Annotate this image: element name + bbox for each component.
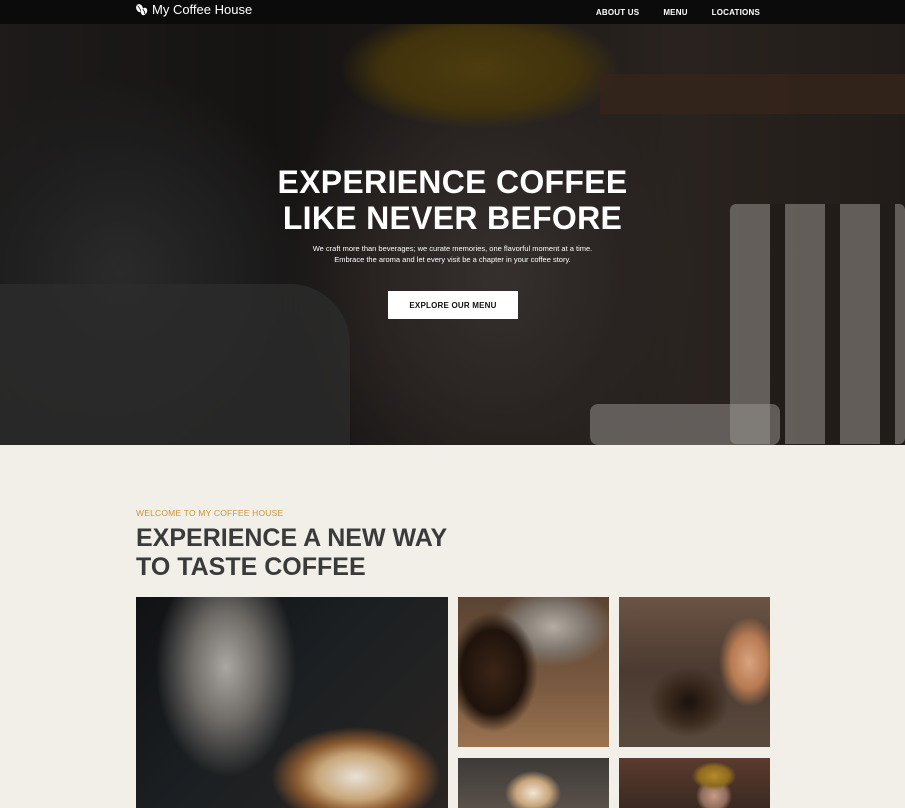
nav-links: ABOUT US MENU LOCATIONS [596, 0, 760, 24]
nav-link-about-us[interactable]: ABOUT US [596, 8, 639, 17]
hero-title-line-2: LIKE NEVER BEFORE [282, 200, 623, 236]
gallery-image-pour-over [619, 597, 770, 747]
hero-title: EXPERIENCE COFFEE LIKE NEVER BEFORE [0, 164, 905, 236]
hero-title-line-1: EXPERIENCE COFFEE [277, 164, 628, 200]
about-title: EXPERIENCE A NEW WAY TO TASTE COFFEE [136, 524, 496, 582]
hero-content: EXPERIENCE COFFEE LIKE NEVER BEFORE We c… [0, 24, 905, 445]
brand-name: My Coffee House [152, 2, 253, 17]
about-title-line-2: TO TASTE COFFEE [136, 553, 366, 581]
about-eyebrow: WELCOME TO MY COFFEE HOUSE [136, 508, 284, 518]
nav-link-locations[interactable]: LOCATIONS [712, 8, 760, 17]
hero-subtitle: We craft more than beverages; we curate … [312, 244, 593, 264]
about-title-line-1: EXPERIENCE A NEW WAY [136, 524, 448, 552]
gallery-image-coffee-beans [458, 597, 609, 747]
gallery-image-barista [619, 758, 770, 808]
hero-section: EXPERIENCE COFFEE LIKE NEVER BEFORE We c… [0, 24, 905, 445]
nav-link-menu[interactable]: MENU [663, 8, 687, 17]
gallery-image-latte-art-pour [136, 597, 448, 808]
gallery-image-latte-cup [458, 758, 609, 808]
coffee-beans-icon [136, 4, 148, 16]
top-navbar: My Coffee House ABOUT US MENU LOCATIONS [0, 0, 905, 24]
explore-menu-button[interactable]: EXPLORE OUR MENU [388, 291, 518, 319]
brand-logo-link[interactable]: My Coffee House [135, 2, 252, 17]
